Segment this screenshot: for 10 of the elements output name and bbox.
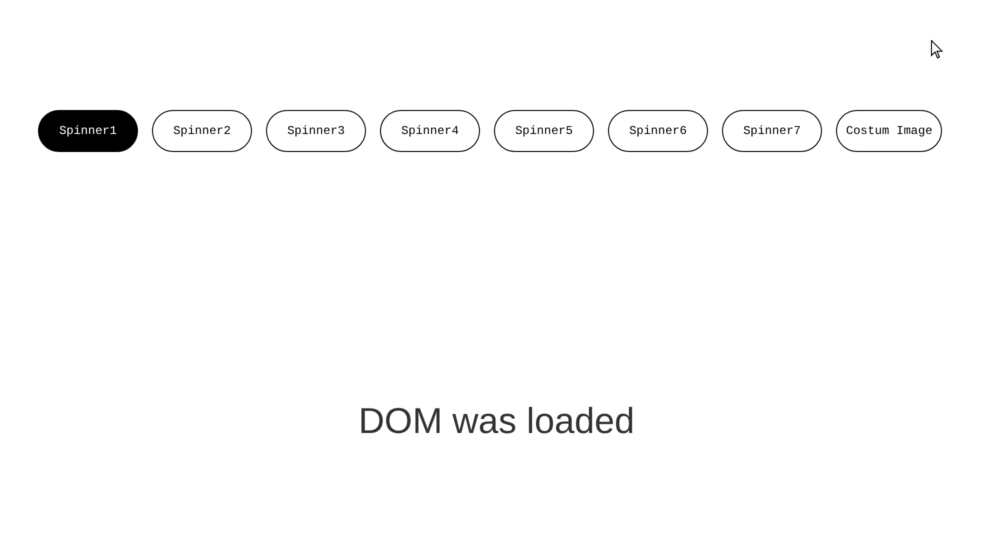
mouse-pointer-icon [931,40,944,59]
spinner-tab[interactable]: Spinner1 [38,110,138,152]
spinner-tab[interactable]: Spinner3 [266,110,366,152]
spinner-tab[interactable]: Spinner7 [722,110,822,152]
spinner-tab[interactable]: Spinner5 [494,110,594,152]
spinner-tab[interactable]: Spinner6 [608,110,708,152]
spinner-tab[interactable]: Costum Image [836,110,942,152]
spinner-tab[interactable]: Spinner4 [380,110,480,152]
spinner-tab[interactable]: Spinner2 [152,110,252,152]
status-message: DOM was loaded [357,400,636,442]
